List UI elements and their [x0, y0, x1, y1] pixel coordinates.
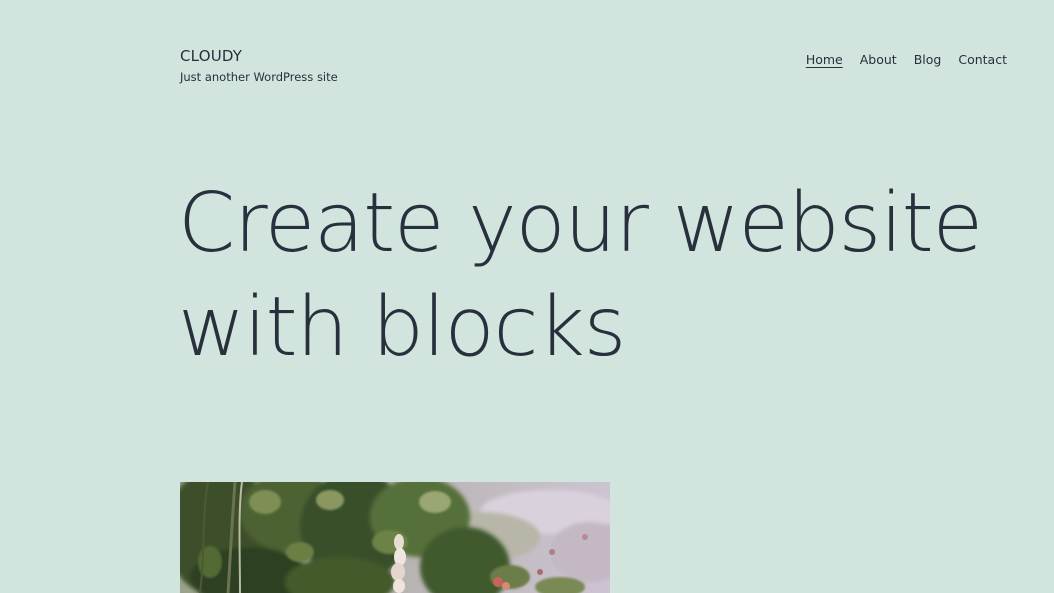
hero-heading-line-2: with blocks: [178, 280, 626, 375]
site-tagline: Just another WordPress site: [180, 70, 338, 84]
nav-item-blog[interactable]: Blog: [914, 51, 942, 69]
hero-painting-image: [180, 482, 610, 593]
hero-heading: Create your website with blocks: [178, 172, 1038, 380]
nav-item-about[interactable]: About: [860, 51, 897, 69]
site-header: CLOUDY Just another WordPress site Home …: [0, 0, 1054, 110]
site-branding: CLOUDY Just another WordPress site: [180, 46, 338, 85]
nav-item-home[interactable]: Home: [806, 51, 843, 69]
primary-navigation: Home About Blog Contact: [806, 51, 1007, 69]
site-title-link[interactable]: CLOUDY: [180, 46, 338, 66]
hero-heading-line-1: Create your website: [178, 176, 983, 271]
nav-item-contact[interactable]: Contact: [958, 51, 1007, 69]
